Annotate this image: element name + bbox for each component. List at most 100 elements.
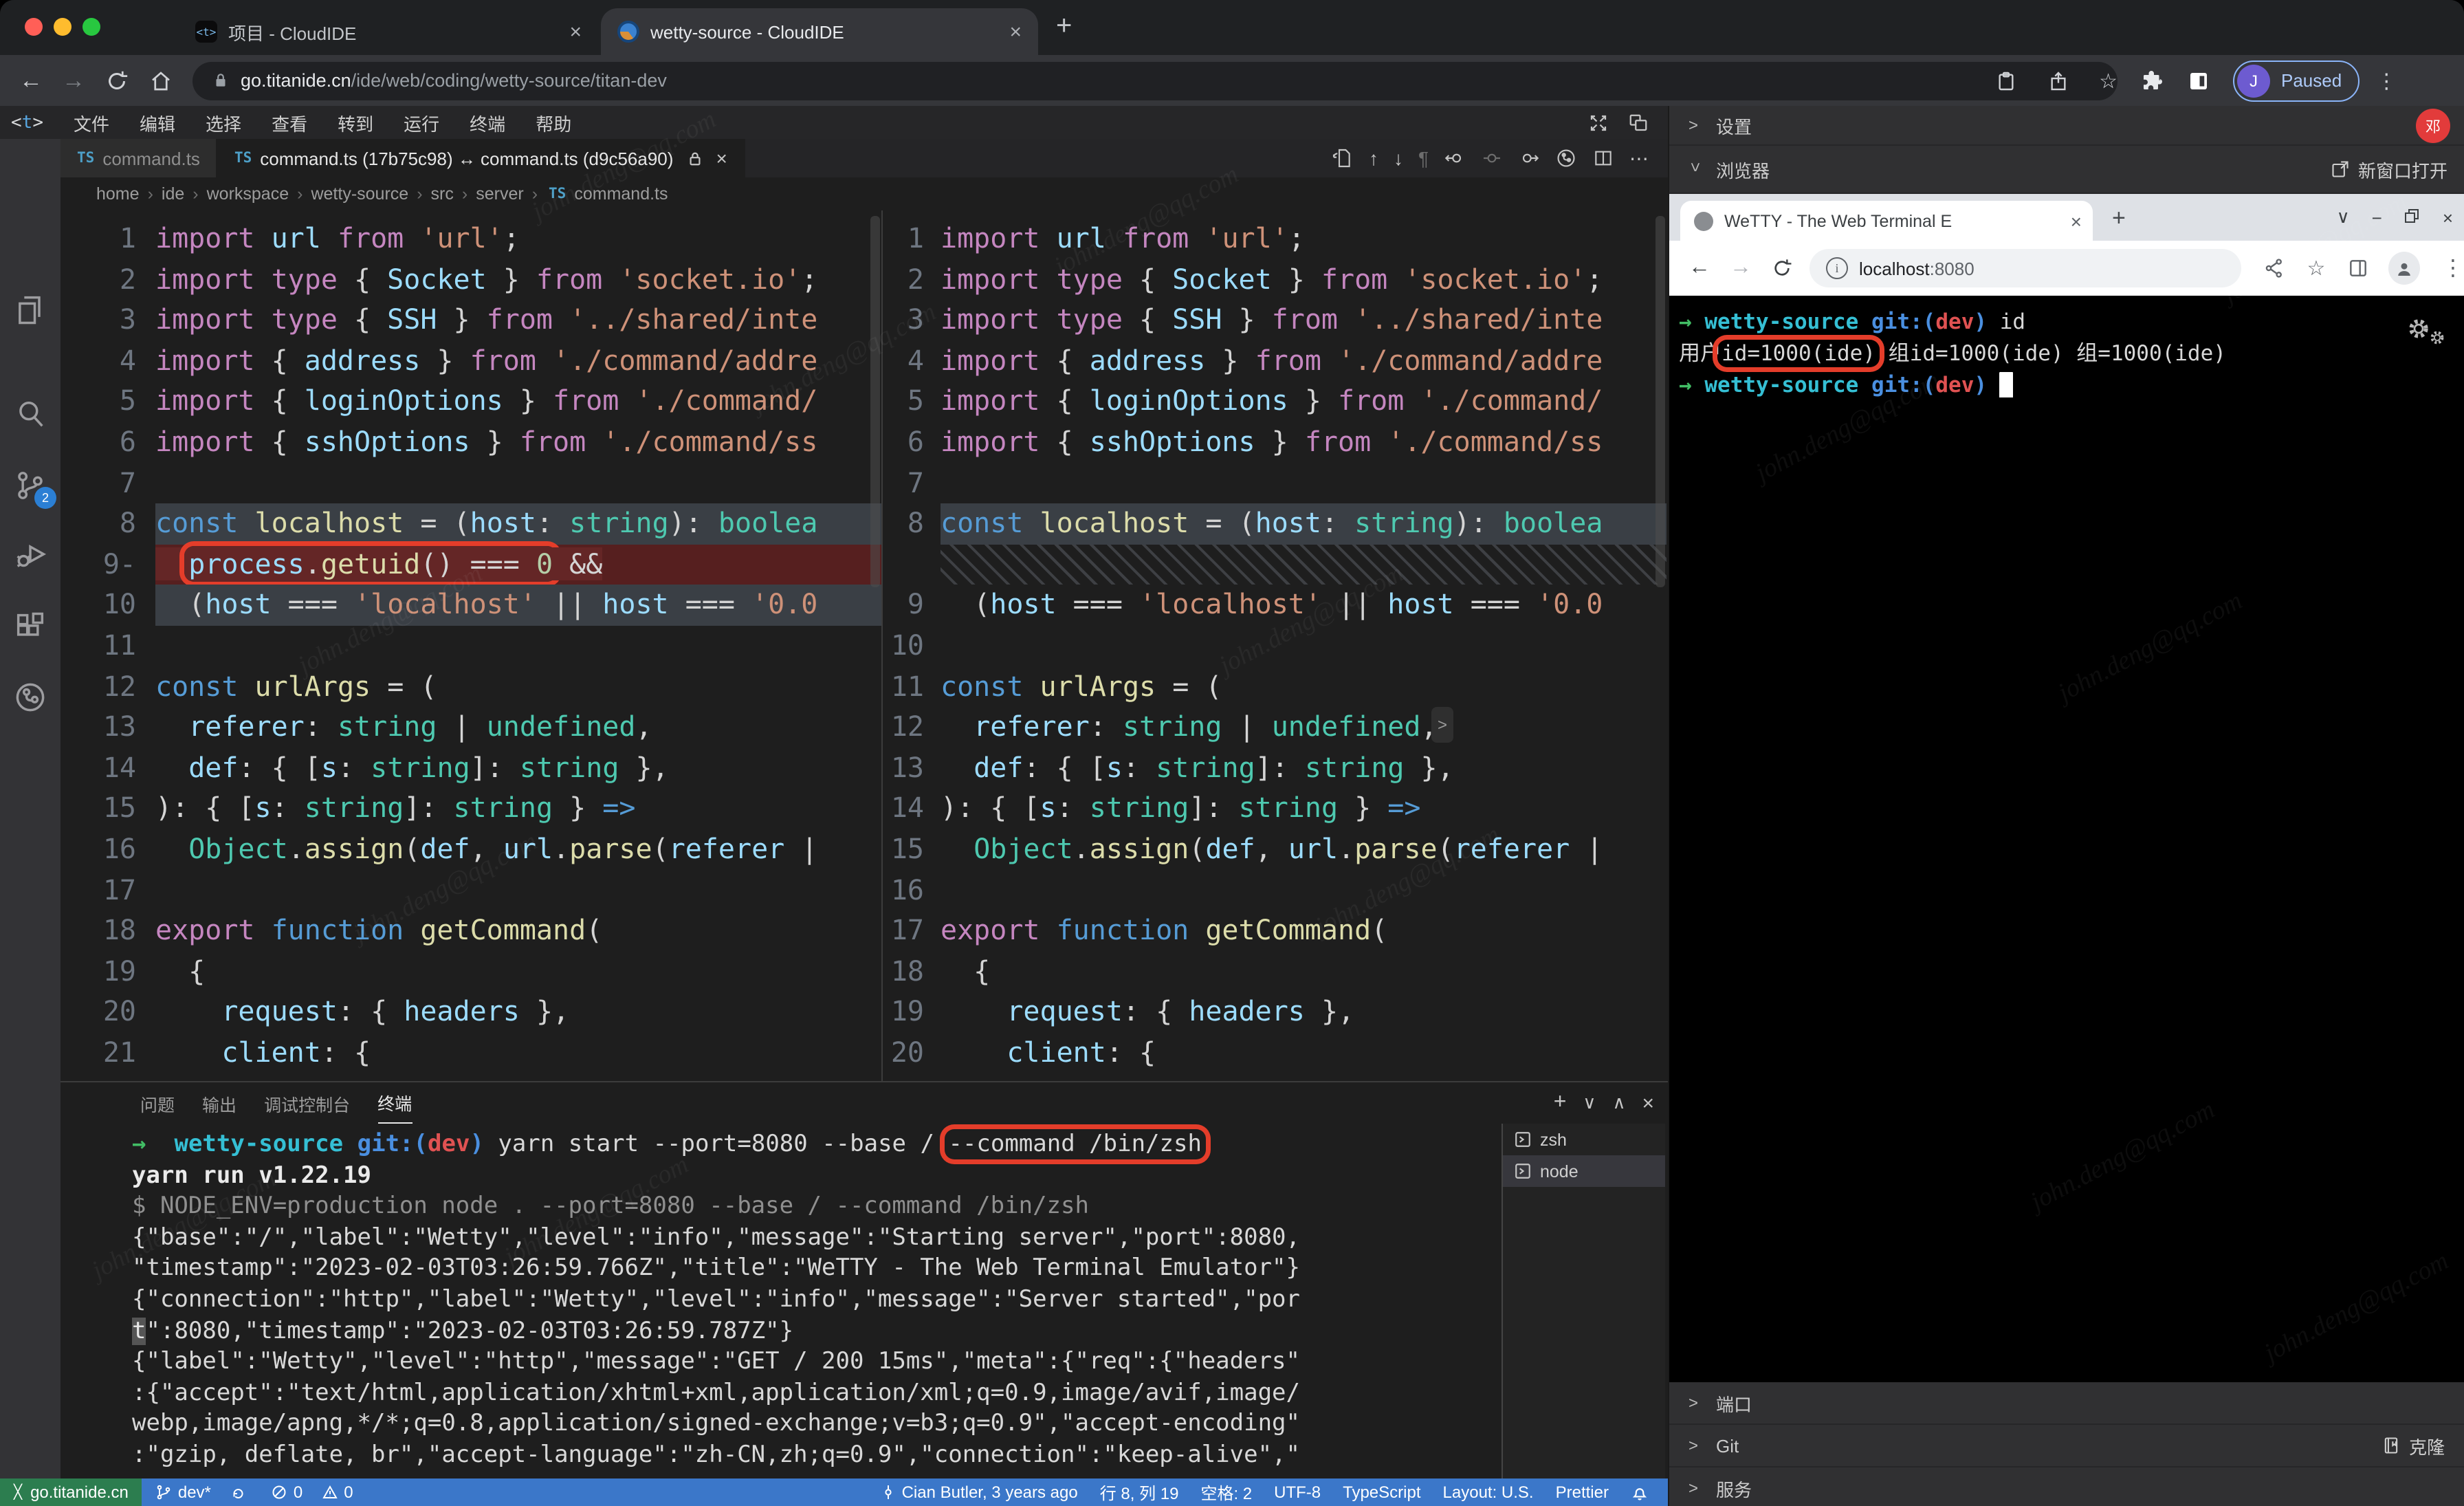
branch-indicator[interactable]: dev* bbox=[156, 1483, 211, 1502]
clipboard-icon[interactable] bbox=[1994, 69, 2016, 91]
status-item[interactable]: Cian Butler, 3 years ago bbox=[880, 1483, 1078, 1502]
editor-tab-command[interactable]: TS command.ts bbox=[60, 139, 218, 177]
status-item[interactable]: 行 8, 列 19 bbox=[1100, 1481, 1179, 1504]
breadcrumb-item[interactable]: src bbox=[431, 184, 454, 204]
status-item[interactable]: 空格: 2 bbox=[1200, 1481, 1252, 1504]
status-item[interactable]: Layout: U.S. bbox=[1443, 1483, 1534, 1502]
warnings-indicator[interactable]: 0 bbox=[322, 1483, 353, 1502]
menu-item-终端[interactable]: 终端 bbox=[470, 113, 505, 134]
terminal-session-node[interactable]: node bbox=[1503, 1155, 1665, 1187]
new-terminal-icon[interactable]: + bbox=[1554, 1091, 1567, 1115]
user-avatar[interactable]: 邓 bbox=[2416, 109, 2450, 143]
info-icon[interactable]: i bbox=[1826, 257, 1848, 279]
new-tab-icon[interactable]: + bbox=[2112, 205, 2126, 232]
status-item[interactable]: TypeScript bbox=[1343, 1483, 1420, 1502]
services-section-header[interactable]: > 服务 bbox=[1669, 1467, 2464, 1506]
breadcrumb[interactable]: home›ide›workspace›wetty-source›src›serv… bbox=[60, 177, 1668, 210]
panel-tab-调试控制台[interactable]: 调试控制台 bbox=[264, 1082, 350, 1124]
menu-item-运行[interactable]: 运行 bbox=[404, 113, 439, 134]
breadcrumb-item[interactable]: server bbox=[476, 184, 523, 204]
back-icon[interactable]: ← bbox=[19, 67, 43, 94]
editor-tab-diff[interactable]: TS command.ts (17b75c98) ↔ command.ts (d… bbox=[218, 139, 745, 177]
terminal-session-zsh[interactable]: zsh bbox=[1503, 1124, 1665, 1155]
bookmark-star-icon[interactable]: ☆ bbox=[2307, 256, 2325, 281]
menu-item-选择[interactable]: 选择 bbox=[206, 113, 241, 134]
reload-icon[interactable] bbox=[1771, 257, 1793, 279]
gear-icons[interactable] bbox=[2408, 318, 2445, 345]
close-icon[interactable]: × bbox=[2071, 210, 2082, 232]
traffic-close-button[interactable] bbox=[25, 18, 43, 36]
errors-indicator[interactable]: 0 bbox=[272, 1483, 302, 1502]
previous-change-icon[interactable]: ↑ bbox=[1369, 149, 1378, 168]
breadcrumb-item[interactable]: wetty-source bbox=[311, 184, 408, 204]
profile-chip[interactable]: J Paused bbox=[2233, 60, 2360, 101]
close-icon[interactable]: × bbox=[2443, 207, 2453, 228]
sync-icon[interactable] bbox=[230, 1484, 252, 1500]
panel-tab-问题[interactable]: 问题 bbox=[140, 1082, 175, 1124]
bookmark-star-icon[interactable]: ☆ bbox=[2099, 68, 2118, 93]
revert-right-icon[interactable] bbox=[1518, 147, 1540, 169]
more-actions-icon[interactable]: ⋯ bbox=[1629, 149, 1649, 168]
menu-item-编辑[interactable]: 编辑 bbox=[140, 113, 175, 134]
change-dot-icon[interactable] bbox=[1481, 147, 1503, 169]
browser-menu-icon[interactable]: ⋮ bbox=[2376, 68, 2397, 93]
side-panel-icon[interactable] bbox=[2186, 68, 2211, 93]
back-icon[interactable]: ← bbox=[1688, 256, 1710, 281]
close-panel-icon[interactable]: × bbox=[1642, 1091, 1654, 1115]
diff-editor[interactable]: 1import url from 'url';2import type { So… bbox=[60, 210, 1668, 1081]
embedded-address-bar[interactable]: i localhost:8080 bbox=[1810, 249, 2241, 287]
menu-item-帮助[interactable]: 帮助 bbox=[536, 113, 571, 134]
terminal-dropdown-icon[interactable]: ∨ bbox=[1583, 1092, 1596, 1114]
whitespace-icon[interactable]: ¶ bbox=[1418, 149, 1429, 168]
status-item[interactable]: Prettier bbox=[1556, 1483, 1609, 1502]
new-tab-button[interactable]: + bbox=[1056, 11, 1072, 43]
share-icon[interactable] bbox=[2047, 69, 2069, 91]
settings-section-header[interactable]: > 设置 邓 bbox=[1669, 106, 2464, 146]
panel-tab-输出[interactable]: 输出 bbox=[202, 1082, 236, 1124]
share-icon[interactable] bbox=[2263, 257, 2285, 279]
tab-search-chevron-icon[interactable]: ∨ bbox=[2337, 206, 2350, 228]
search-icon[interactable] bbox=[12, 396, 48, 432]
extensions-icon[interactable] bbox=[12, 609, 48, 645]
address-bar[interactable]: go.titanide.cn/ide/web/coding/wetty-sour… bbox=[192, 61, 2118, 100]
clone-button[interactable]: 克隆 bbox=[2382, 1432, 2445, 1459]
next-change-icon[interactable]: ↓ bbox=[1394, 149, 1403, 168]
source-control-icon[interactable]: 2 bbox=[12, 468, 48, 503]
browser-tab-wetty[interactable]: wetty-source - CloudIDE × bbox=[601, 8, 1038, 55]
side-panel-icon[interactable] bbox=[2347, 257, 2369, 279]
sash-chevron-icon[interactable]: > bbox=[1431, 707, 1453, 743]
scrollbar[interactable] bbox=[870, 216, 880, 587]
breadcrumb-item[interactable]: workspace bbox=[207, 184, 289, 204]
open-changes-icon[interactable] bbox=[1555, 147, 1577, 169]
breadcrumb-item[interactable]: ide bbox=[162, 184, 184, 204]
status-item[interactable]: UTF-8 bbox=[1274, 1483, 1321, 1502]
restore-icon[interactable] bbox=[2404, 207, 2421, 228]
menu-item-查看[interactable]: 查看 bbox=[272, 113, 307, 134]
open-new-window-button[interactable]: 新窗口打开 bbox=[2331, 156, 2448, 182]
remote-indicator[interactable]: ╳ go.titanide.cn bbox=[0, 1478, 142, 1506]
wetty-terminal[interactable]: → wetty-source git:(dev) id用户id=1000(ide… bbox=[1669, 296, 2464, 1382]
close-icon[interactable]: × bbox=[716, 147, 727, 169]
fullscreen-icon[interactable] bbox=[1588, 112, 1609, 133]
layout-icon[interactable] bbox=[1628, 112, 1649, 133]
minimize-icon[interactable]: − bbox=[2372, 207, 2382, 228]
run-debug-icon[interactable] bbox=[12, 538, 48, 574]
notifications-bell-icon[interactable] bbox=[1631, 1483, 1654, 1501]
revert-left-icon[interactable] bbox=[1444, 147, 1466, 169]
close-icon[interactable]: × bbox=[1009, 20, 1022, 43]
browser-section-header[interactable]: > 浏览器 新窗口打开 bbox=[1669, 146, 2464, 194]
traffic-zoom-button[interactable] bbox=[82, 18, 100, 36]
menu-item-文件[interactable]: 文件 bbox=[74, 113, 109, 134]
reload-icon[interactable] bbox=[104, 68, 129, 93]
embedded-tab[interactable]: WeTTY - The Web Terminal E × bbox=[1680, 201, 2093, 241]
extensions-puzzle-icon[interactable] bbox=[2140, 68, 2164, 93]
split-editor-icon[interactable] bbox=[1592, 147, 1614, 169]
menu-item-转到[interactable]: 转到 bbox=[338, 113, 373, 134]
scrollbar[interactable] bbox=[1656, 216, 1665, 587]
git-section-header[interactable]: > Git 克隆 bbox=[1669, 1425, 2464, 1467]
breadcrumb-item[interactable]: home bbox=[96, 184, 140, 204]
maximize-panel-icon[interactable]: ∧ bbox=[1612, 1092, 1625, 1114]
browser-tab-project[interactable]: <t> 项目 - CloudIDE × bbox=[179, 8, 598, 55]
forward-icon[interactable]: → bbox=[1730, 256, 1752, 281]
forward-icon[interactable]: → bbox=[62, 67, 85, 94]
